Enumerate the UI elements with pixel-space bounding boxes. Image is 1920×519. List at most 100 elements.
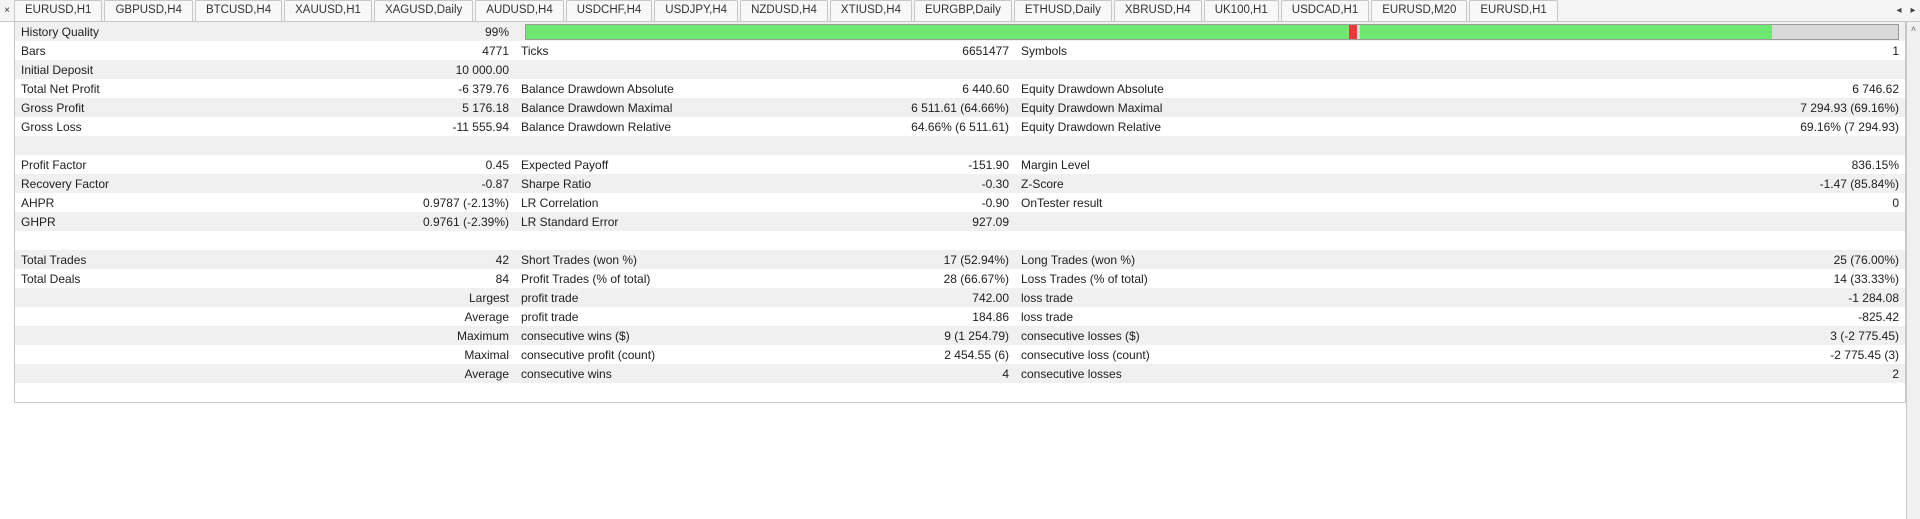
tab-eurusd-m20[interactable]: EURUSD,M20 [1371, 0, 1467, 21]
cell-label: Balance Drawdown Relative [521, 120, 881, 134]
cell-label: Long Trades (won %) [1021, 253, 1321, 267]
cell-value: 2 454.55 (6) [881, 348, 1021, 362]
cell-label: profit trade [521, 310, 881, 324]
cell-value: 25 (76.00%) [1321, 253, 1899, 267]
tab-xbrusd-h4[interactable]: XBRUSD,H4 [1114, 0, 1202, 21]
report-row [15, 383, 1905, 402]
cell-value: -11 555.94 [401, 120, 521, 134]
cell-value: -2 775.45 (3) [1321, 348, 1899, 362]
cell-label: Ticks [521, 44, 881, 58]
history-quality-label: History Quality [21, 25, 401, 39]
report-row: Total Trades42Short Trades (won %)17 (52… [15, 250, 1905, 269]
cell-label: consecutive loss (count) [1021, 348, 1321, 362]
cell-value: 6 440.60 [881, 82, 1021, 96]
cell-value: 836.15% [1321, 158, 1899, 172]
cell-label: Gross Loss [21, 120, 401, 134]
cell-label: Z-Score [1021, 177, 1321, 191]
cell-value: 927.09 [881, 215, 1021, 229]
cell-value: 28 (66.67%) [881, 272, 1021, 286]
tab-nzdusd-h4[interactable]: NZDUSD,H4 [740, 0, 828, 21]
cell-label: Bars [21, 44, 401, 58]
cell-value: 0.9761 (-2.39%) [401, 215, 521, 229]
cell-label: Short Trades (won %) [521, 253, 881, 267]
cell-value: -6 379.76 [401, 82, 521, 96]
chevron-up-icon[interactable]: ˄ [1911, 22, 1916, 34]
cell-label: loss trade [1021, 310, 1321, 324]
report-row: Averageprofit trade184.86loss trade-825.… [15, 307, 1905, 326]
tab-audusd-h4[interactable]: AUDUSD,H4 [475, 0, 563, 21]
cell-value: 14 (33.33%) [1321, 272, 1899, 286]
cell-label: Total Deals [21, 272, 401, 286]
cell-value: 0.45 [401, 158, 521, 172]
tab-gbpusd-h4[interactable]: GBPUSD,H4 [104, 0, 192, 21]
report-row: GHPR0.9761 (-2.39%)LR Standard Error927.… [15, 212, 1905, 231]
cell-value: Maximum [401, 329, 521, 343]
cell-value: Average [401, 367, 521, 381]
cell-label: Margin Level [1021, 158, 1321, 172]
report-row: Total Net Profit-6 379.76Balance Drawdow… [15, 79, 1905, 98]
tab-ethusd-daily[interactable]: ETHUSD,Daily [1014, 0, 1112, 21]
cell-value: 6 511.61 (64.66%) [881, 101, 1021, 115]
cell-value: -0.30 [881, 177, 1021, 191]
tab-uk100-h1[interactable]: UK100,H1 [1204, 0, 1279, 21]
cell-label: Expected Payoff [521, 158, 881, 172]
cell-value: Average [401, 310, 521, 324]
scroll-rail[interactable]: ˄ [1906, 22, 1920, 519]
tab-usdjpy-h4[interactable]: USDJPY,H4 [654, 0, 738, 21]
tab-btcusd-h4[interactable]: BTCUSD,H4 [195, 0, 282, 21]
tab-eurusd-h1[interactable]: EURUSD,H1 [14, 0, 102, 21]
cell-label: Initial Deposit [21, 63, 401, 77]
tab-eurusd-h1[interactable]: EURUSD,H1 [1469, 0, 1557, 21]
report-row [15, 136, 1905, 155]
cell-label: LR Correlation [521, 196, 881, 210]
tab-xtiusd-h4[interactable]: XTIUSD,H4 [830, 0, 912, 21]
cell-label: LR Standard Error [521, 215, 881, 229]
tab-usdcad-h1[interactable]: USDCAD,H1 [1281, 0, 1369, 21]
cell-label: AHPR [21, 196, 401, 210]
cell-label: Recovery Factor [21, 177, 401, 191]
cell-label: consecutive losses [1021, 367, 1321, 381]
cell-value: -825.42 [1321, 310, 1899, 324]
cell-label: GHPR [21, 215, 401, 229]
cell-value: 4771 [401, 44, 521, 58]
cell-label: Symbols [1021, 44, 1321, 58]
tab-bar: EURUSD,H1GBPUSD,H4BTCUSD,H4XAUUSD,H1XAGU… [14, 0, 1892, 21]
report-row: Profit Factor0.45Expected Payoff-151.90M… [15, 155, 1905, 174]
cell-value: 2 [1321, 367, 1899, 381]
tab-scroll-right-icon[interactable]: ▸ [1906, 5, 1920, 16]
cell-value: -1.47 (85.84%) [1321, 177, 1899, 191]
report-row: Initial Deposit10 000.00 [15, 60, 1905, 79]
cell-value: 9 (1 254.79) [881, 329, 1021, 343]
report-row: Total Deals84Profit Trades (% of total)2… [15, 269, 1905, 288]
cell-label: Equity Drawdown Maximal [1021, 101, 1321, 115]
cell-label: consecutive losses ($) [1021, 329, 1321, 343]
report-row: Gross Loss-11 555.94Balance Drawdown Rel… [15, 117, 1905, 136]
cell-value: 742.00 [881, 291, 1021, 305]
cell-value: 4 [881, 367, 1021, 381]
cell-value: 84 [401, 272, 521, 286]
cell-label: Total Net Profit [21, 82, 401, 96]
cell-value: 64.66% (6 511.61) [881, 120, 1021, 134]
cell-value: Maximal [401, 348, 521, 362]
tab-scroll-left-icon[interactable]: ◂ [1892, 5, 1906, 16]
report-row: Maximalconsecutive profit (count)2 454.5… [15, 345, 1905, 364]
cell-value: -151.90 [881, 158, 1021, 172]
cell-label: consecutive wins ($) [521, 329, 881, 343]
cell-value: 7 294.93 (69.16%) [1321, 101, 1899, 115]
cell-value: 6 746.62 [1321, 82, 1899, 96]
cell-label: loss trade [1021, 291, 1321, 305]
cell-value: Largest [401, 291, 521, 305]
tab-xagusd-daily[interactable]: XAGUSD,Daily [374, 0, 473, 21]
cell-value: 10 000.00 [401, 63, 521, 77]
report-row: Gross Profit5 176.18Balance Drawdown Max… [15, 98, 1905, 117]
tab-xauusd-h1[interactable]: XAUUSD,H1 [284, 0, 372, 21]
tab-eurgbp-daily[interactable]: EURGBP,Daily [914, 0, 1012, 21]
cell-value: 6651477 [881, 44, 1021, 58]
backtest-report: History Quality 99% Bars4771Ticks6651477… [14, 22, 1906, 403]
cell-value: -1 284.08 [1321, 291, 1899, 305]
close-icon[interactable]: × [0, 0, 14, 21]
tab-usdchf-h4[interactable]: USDCHF,H4 [566, 0, 653, 21]
report-row: Largestprofit trade742.00loss trade-1 28… [15, 288, 1905, 307]
cell-label: Sharpe Ratio [521, 177, 881, 191]
report-row [15, 231, 1905, 250]
